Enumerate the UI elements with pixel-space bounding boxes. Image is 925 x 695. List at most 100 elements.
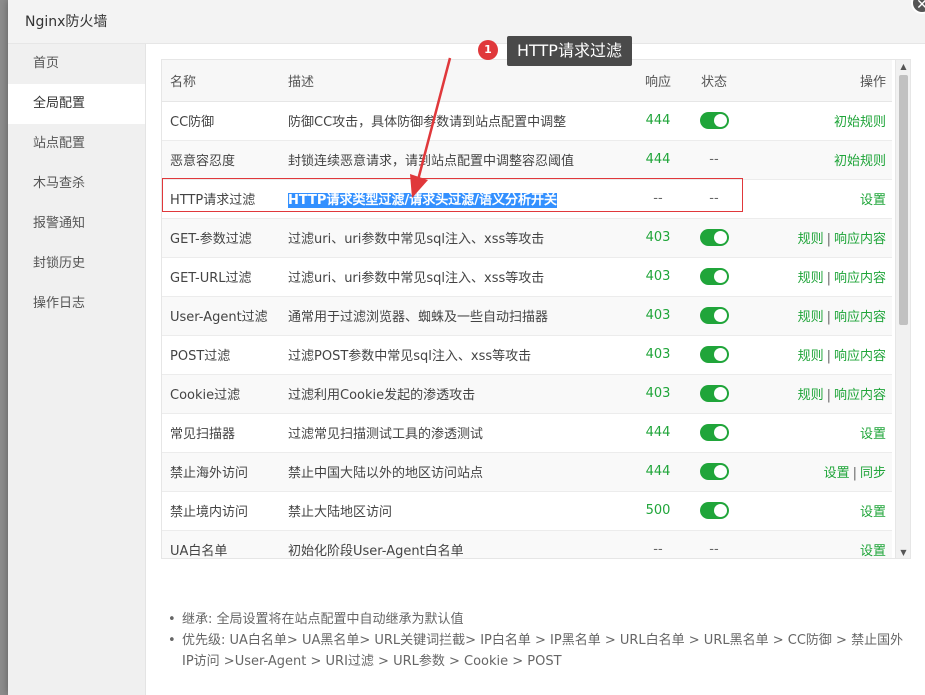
scrollbar-thumb[interactable] — [899, 75, 908, 325]
rule-operations: 规则 | 响应内容 — [742, 218, 892, 258]
rule-response-code: -- — [630, 179, 686, 219]
op-link[interactable]: 规则 — [798, 271, 824, 286]
op-link[interactable]: 响应内容 — [834, 232, 886, 247]
rule-response-code[interactable]: 500 — [630, 491, 686, 531]
op-separator: | — [852, 466, 857, 481]
rule-operations: 设置 | 同步 — [742, 452, 892, 492]
firewall-dialog: Nginx防火墙 ✕ 首页 全局配置 站点配置 木马查杀 报警通知 封锁历史 操作日志 名称… — [8, 0, 925, 695]
rule-response-code[interactable]: 444 — [630, 101, 686, 141]
rule-operations: 初始规则 — [742, 140, 892, 180]
rule-name: 禁止境内访问 — [162, 491, 280, 531]
rule-state-text: -- — [709, 152, 719, 167]
annotation-callout: HTTP请求过滤 — [507, 36, 632, 66]
rule-description: 防御CC攻击，具体防御参数请到站点配置中调整 — [288, 115, 567, 130]
op-link[interactable]: 初始规则 — [834, 115, 886, 130]
toggle-switch[interactable] — [699, 424, 729, 441]
op-separator: | — [826, 232, 831, 247]
toggle-switch[interactable] — [699, 502, 729, 519]
toggle-switch[interactable] — [699, 307, 729, 324]
op-link[interactable]: 设置 — [860, 427, 886, 442]
rule-description-cell: HTTP请求类型过滤/请求头过滤/语义分析开关 — [280, 179, 630, 219]
op-link[interactable]: 规则 — [798, 310, 824, 325]
rule-state-cell: -- — [686, 530, 742, 558]
op-separator: | — [826, 349, 831, 364]
toggle-switch[interactable] — [699, 229, 729, 246]
rule-state-cell — [686, 218, 742, 258]
rule-operations: 规则 | 响应内容 — [742, 374, 892, 414]
toggle-switch[interactable] — [699, 346, 729, 363]
rule-description: 禁止大陆地区访问 — [288, 505, 393, 520]
rule-name: UA白名单 — [162, 530, 280, 558]
op-link[interactable]: 设置 — [860, 544, 886, 558]
op-link[interactable]: 设置 — [824, 466, 850, 481]
rules-table-container: 名称 描述 响应 状态 操作 CC防御 防御CC攻击，具体防御参数请到站点配置中调… — [161, 59, 911, 559]
toggle-switch[interactable] — [699, 268, 729, 285]
rule-response-code[interactable]: 403 — [630, 218, 686, 258]
toggle-switch[interactable] — [699, 463, 729, 480]
rule-response-code[interactable]: 403 — [630, 374, 686, 414]
rule-response-code[interactable]: 444 — [630, 452, 686, 492]
table-row: Cookie过滤 过滤利用Cookie发起的渗透攻击 403 规则 | 响应内容 — [162, 374, 892, 414]
rule-response-code[interactable]: 403 — [630, 257, 686, 297]
rule-description-cell: 过滤uri、uri参数中常见sql注入、xss等攻击 — [280, 218, 630, 258]
rule-name: HTTP请求过滤 — [162, 179, 280, 219]
rule-description-cell: 过滤POST参数中常见sql注入、xss等攻击 — [280, 335, 630, 375]
table-row: CC防御 防御CC攻击，具体防御参数请到站点配置中调整 444 初始规则 — [162, 101, 892, 141]
header-desc: 描述 — [280, 60, 630, 102]
rule-name: GET-参数过滤 — [162, 218, 280, 258]
op-link[interactable]: 设置 — [860, 193, 886, 208]
toggle-switch[interactable] — [699, 112, 729, 129]
rule-state-cell — [686, 413, 742, 453]
sidebar-item[interactable]: 首页 — [8, 44, 145, 84]
rule-description: 过滤uri、uri参数中常见sql注入、xss等攻击 — [288, 232, 545, 247]
sidebar-item[interactable]: 站点配置 — [8, 124, 145, 164]
rule-description: 通常用于过滤浏览器、蜘蛛及一些自动扫描器 — [288, 310, 549, 325]
op-link[interactable]: 规则 — [798, 388, 824, 403]
rule-response-code[interactable]: 444 — [630, 413, 686, 453]
scroll-down-arrow-icon[interactable]: ▼ — [896, 546, 910, 558]
rule-description: 封锁连续恶意请求，请到站点配置中调整容忍阈值 — [288, 154, 575, 169]
note-inheritance: 继承: 全局设置将在站点配置中自动继承为默认值 — [168, 609, 908, 630]
rule-operations: 设置 — [742, 491, 892, 531]
rule-operations: 规则 | 响应内容 — [742, 257, 892, 297]
note-priority: 优先级: UA白名单> UA黑名单> URL关键词拦截> IP白名单 > IP黑… — [168, 630, 908, 672]
rule-state-cell — [686, 101, 742, 141]
op-link[interactable]: 响应内容 — [834, 388, 886, 403]
rule-name: CC防御 — [162, 101, 280, 141]
table-row: POST过滤 过滤POST参数中常见sql注入、xss等攻击 403 规则 | 响应内容 — [162, 335, 892, 375]
op-link[interactable]: 响应内容 — [834, 349, 886, 364]
sidebar-item[interactable]: 报警通知 — [8, 204, 145, 244]
sidebar-item[interactable]: 全局配置 — [8, 84, 145, 124]
rule-state-text: -- — [709, 191, 719, 206]
rule-description-cell: 通常用于过滤浏览器、蜘蛛及一些自动扫描器 — [280, 296, 630, 336]
op-link[interactable]: 同步 — [860, 466, 886, 481]
op-link[interactable]: 规则 — [798, 349, 824, 364]
toggle-switch[interactable] — [699, 385, 729, 402]
rule-response-code: -- — [630, 530, 686, 558]
sidebar-item[interactable]: 封锁历史 — [8, 244, 145, 284]
rule-description-cell: 防御CC攻击，具体防御参数请到站点配置中调整 — [280, 101, 630, 141]
main-content: 名称 描述 响应 状态 操作 CC防御 防御CC攻击，具体防御参数请到站点配置中调… — [146, 44, 925, 695]
table-row: 恶意容忍度 封锁连续恶意请求，请到站点配置中调整容忍阈值 444 -- 初始规则 — [162, 140, 892, 180]
rule-name: User-Agent过滤 — [162, 296, 280, 336]
rule-state-cell — [686, 452, 742, 492]
rule-description-cell: 过滤利用Cookie发起的渗透攻击 — [280, 374, 630, 414]
table-row: User-Agent过滤 通常用于过滤浏览器、蜘蛛及一些自动扫描器 403 规则 | 响应… — [162, 296, 892, 336]
op-link[interactable]: 响应内容 — [834, 271, 886, 286]
rule-operations: 规则 | 响应内容 — [742, 335, 892, 375]
op-link[interactable]: 响应内容 — [834, 310, 886, 325]
op-link[interactable]: 初始规则 — [834, 154, 886, 169]
scroll-up-arrow-icon[interactable]: ▲ — [896, 60, 910, 74]
op-link[interactable]: 设置 — [860, 505, 886, 520]
sidebar-item[interactable]: 操作日志 — [8, 284, 145, 324]
rule-operations: 初始规则 — [742, 101, 892, 141]
rule-response-code[interactable]: 444 — [630, 140, 686, 180]
vertical-scrollbar[interactable]: ▲ ▼ — [895, 60, 910, 558]
rule-state-cell — [686, 335, 742, 375]
rule-response-code[interactable]: 403 — [630, 335, 686, 375]
rule-response-code[interactable]: 403 — [630, 296, 686, 336]
sidebar-item[interactable]: 木马查杀 — [8, 164, 145, 204]
header-resp: 响应 — [630, 60, 686, 102]
rule-operations: 设置 — [742, 179, 892, 219]
op-link[interactable]: 规则 — [798, 232, 824, 247]
